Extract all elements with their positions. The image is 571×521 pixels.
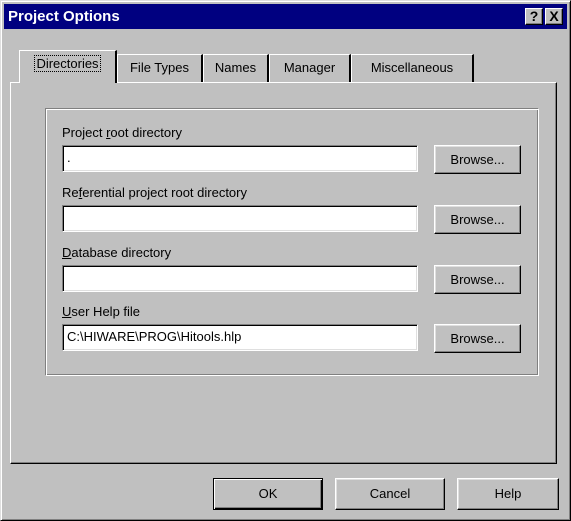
user-help-browse-button[interactable]: Browse... — [434, 324, 521, 353]
user-help-label: User Help file — [62, 304, 141, 319]
project-root-input[interactable]: . — [62, 145, 418, 172]
help-title-button[interactable]: ? — [525, 8, 543, 25]
tab-directories[interactable]: Directories — [19, 50, 117, 83]
tab-directories-label: Directories — [34, 55, 101, 72]
close-icon: X — [549, 8, 559, 24]
tab-names[interactable]: Names — [203, 54, 269, 82]
database-dir-label: Database directory — [62, 245, 172, 260]
project-root-browse-button[interactable]: Browse... — [434, 145, 521, 174]
referential-root-browse-button[interactable]: Browse... — [434, 205, 521, 234]
tab-names-label: Names — [214, 60, 257, 75]
tab-manager[interactable]: Manager — [269, 54, 351, 82]
cancel-button[interactable]: Cancel — [335, 478, 445, 510]
referential-root-input[interactable] — [62, 205, 418, 232]
database-dir-browse-button[interactable]: Browse... — [434, 265, 521, 294]
project-root-label: Project root directory — [62, 125, 182, 140]
referential-root-label: Referential project root directory — [62, 185, 247, 200]
close-title-button[interactable]: X — [545, 8, 563, 25]
title-bar[interactable]: Project Options ? X — [4, 4, 567, 29]
database-dir-input[interactable] — [62, 265, 418, 292]
tab-miscellaneous[interactable]: Miscellaneous — [351, 54, 474, 82]
tab-file-types[interactable]: File Types — [117, 54, 203, 82]
tab-miscellaneous-label: Miscellaneous — [370, 60, 454, 75]
directories-tab-panel: Project root directory . Browse... Refer… — [10, 82, 557, 464]
window-title: Project Options — [8, 8, 120, 25]
tab-manager-label: Manager — [283, 60, 336, 75]
project-options-dialog: Project Options ? X Directories File Typ… — [0, 0, 571, 521]
ok-button[interactable]: OK — [213, 478, 323, 510]
question-mark-icon: ? — [529, 8, 539, 24]
user-help-input[interactable]: C:\HIWARE\PROG\Hitools.hlp — [62, 324, 418, 351]
help-button[interactable]: Help — [457, 478, 559, 510]
tab-file-types-label: File Types — [129, 60, 189, 75]
